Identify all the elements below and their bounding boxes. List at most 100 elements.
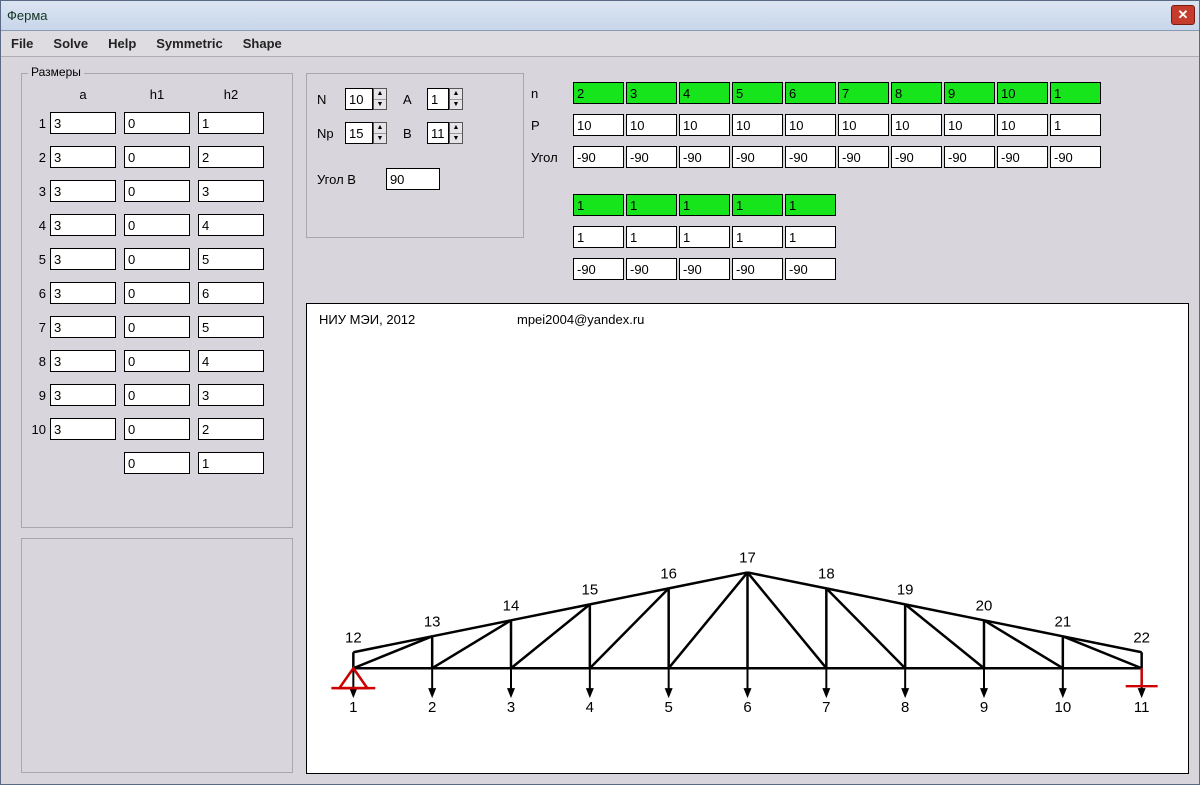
size-h2-input[interactable] bbox=[198, 282, 264, 304]
load-cell[interactable]: -90 bbox=[626, 258, 677, 280]
size-h2-input[interactable] bbox=[198, 180, 264, 202]
load-cell[interactable]: 10 bbox=[785, 114, 836, 136]
load-cell[interactable]: -90 bbox=[997, 146, 1048, 168]
menu-file[interactable]: File bbox=[11, 36, 33, 51]
load-cell[interactable]: 10 bbox=[732, 114, 783, 136]
size-a-input[interactable] bbox=[50, 418, 116, 440]
input-b[interactable] bbox=[427, 122, 449, 144]
menu-bar: File Solve Help Symmetric Shape bbox=[1, 31, 1199, 57]
load-index-cell: 10 bbox=[997, 82, 1048, 104]
input-n[interactable] bbox=[345, 88, 373, 110]
spin-a[interactable]: ▲▼ bbox=[427, 88, 463, 110]
menu-shape[interactable]: Shape bbox=[243, 36, 282, 51]
load-cell[interactable]: -90 bbox=[891, 146, 942, 168]
load-cell[interactable]: 1 bbox=[732, 226, 783, 248]
load-index-cell: 1 bbox=[573, 194, 624, 216]
size-h1-input[interactable] bbox=[124, 112, 190, 134]
load-index-cell: 1 bbox=[732, 194, 783, 216]
load-cell[interactable]: -90 bbox=[944, 146, 995, 168]
size-a-input[interactable] bbox=[50, 248, 116, 270]
size-row: 4 bbox=[26, 208, 286, 242]
input-np[interactable] bbox=[345, 122, 373, 144]
load-cell[interactable]: 10 bbox=[997, 114, 1048, 136]
load-cell[interactable]: -90 bbox=[679, 258, 730, 280]
load-cell[interactable]: 1 bbox=[785, 226, 836, 248]
svg-text:2: 2 bbox=[428, 699, 436, 716]
size-h2-input[interactable] bbox=[198, 316, 264, 338]
size-a-input[interactable] bbox=[50, 316, 116, 338]
size-h1-input[interactable] bbox=[124, 452, 190, 474]
menu-solve[interactable]: Solve bbox=[53, 36, 88, 51]
spin-buttons[interactable]: ▲▼ bbox=[373, 88, 387, 110]
load-cell[interactable]: -90 bbox=[573, 258, 624, 280]
size-a-input[interactable] bbox=[50, 384, 116, 406]
label-n: N bbox=[317, 92, 335, 107]
load-cell[interactable]: 1 bbox=[1050, 114, 1101, 136]
size-h2-input[interactable] bbox=[198, 112, 264, 134]
spin-buttons[interactable]: ▲▼ bbox=[449, 88, 463, 110]
load-cell[interactable]: -90 bbox=[679, 146, 730, 168]
size-h2-input[interactable] bbox=[198, 452, 264, 474]
load-cell[interactable]: -90 bbox=[785, 146, 836, 168]
input-a[interactable] bbox=[427, 88, 449, 110]
load-cell[interactable]: 1 bbox=[626, 226, 677, 248]
params-group: N ▲▼ A ▲▼ Np ▲▼ bbox=[306, 73, 524, 238]
spin-buttons[interactable]: ▲▼ bbox=[449, 122, 463, 144]
size-h1-input[interactable] bbox=[124, 248, 190, 270]
size-h1-input[interactable] bbox=[124, 418, 190, 440]
size-a-input[interactable] bbox=[50, 214, 116, 236]
size-h2-input[interactable] bbox=[198, 418, 264, 440]
menu-help[interactable]: Help bbox=[108, 36, 136, 51]
load-cell[interactable]: 10 bbox=[626, 114, 677, 136]
load-cell[interactable]: -90 bbox=[732, 258, 783, 280]
spin-np[interactable]: ▲▼ bbox=[345, 122, 387, 144]
load-cell[interactable]: 10 bbox=[573, 114, 624, 136]
size-h2-input[interactable] bbox=[198, 384, 264, 406]
spin-n[interactable]: ▲▼ bbox=[345, 88, 387, 110]
truss-canvas: НИУ МЭИ, 2012 mpei2004@yandex.ru 1234567… bbox=[306, 303, 1189, 774]
size-h1-input[interactable] bbox=[124, 316, 190, 338]
svg-text:16: 16 bbox=[660, 565, 677, 582]
label-load-n: n bbox=[531, 86, 571, 101]
load-cell[interactable]: -90 bbox=[732, 146, 783, 168]
size-row: 2 bbox=[26, 140, 286, 174]
size-a-input[interactable] bbox=[50, 350, 116, 372]
load-cell[interactable]: 10 bbox=[838, 114, 889, 136]
size-h1-input[interactable] bbox=[124, 146, 190, 168]
size-h1-input[interactable] bbox=[124, 214, 190, 236]
load-cell[interactable]: 10 bbox=[891, 114, 942, 136]
loads-block-2: 11111 11111 -90-90-90-90-90 bbox=[531, 193, 836, 289]
input-angle-b[interactable] bbox=[386, 168, 440, 190]
load-index-cell: 8 bbox=[891, 82, 942, 104]
menu-symmetric[interactable]: Symmetric bbox=[156, 36, 222, 51]
spin-buttons[interactable]: ▲▼ bbox=[373, 122, 387, 144]
size-row: 3 bbox=[26, 174, 286, 208]
size-a-input[interactable] bbox=[50, 146, 116, 168]
size-h1-input[interactable] bbox=[124, 180, 190, 202]
close-button[interactable]: ✕ bbox=[1171, 5, 1195, 25]
size-row: 7 bbox=[26, 310, 286, 344]
load-cell[interactable]: -90 bbox=[838, 146, 889, 168]
load-index-cell: 2 bbox=[573, 82, 624, 104]
load-cell[interactable]: -90 bbox=[626, 146, 677, 168]
load-cell[interactable]: 10 bbox=[944, 114, 995, 136]
load-cell[interactable]: 1 bbox=[679, 226, 730, 248]
load-cell[interactable]: -90 bbox=[785, 258, 836, 280]
svg-text:4: 4 bbox=[586, 699, 594, 716]
load-cell[interactable]: 10 bbox=[679, 114, 730, 136]
size-a-input[interactable] bbox=[50, 282, 116, 304]
size-h2-input[interactable] bbox=[198, 350, 264, 372]
size-h1-input[interactable] bbox=[124, 282, 190, 304]
spin-b[interactable]: ▲▼ bbox=[427, 122, 463, 144]
size-h1-input[interactable] bbox=[124, 384, 190, 406]
size-h2-input[interactable] bbox=[198, 214, 264, 236]
load-cell[interactable]: -90 bbox=[1050, 146, 1101, 168]
size-h1-input[interactable] bbox=[124, 350, 190, 372]
size-a-input[interactable] bbox=[50, 180, 116, 202]
size-h2-input[interactable] bbox=[198, 248, 264, 270]
size-a-input[interactable] bbox=[50, 112, 116, 134]
load-cell[interactable]: -90 bbox=[573, 146, 624, 168]
label-load-p: P bbox=[531, 118, 571, 133]
load-cell[interactable]: 1 bbox=[573, 226, 624, 248]
size-h2-input[interactable] bbox=[198, 146, 264, 168]
